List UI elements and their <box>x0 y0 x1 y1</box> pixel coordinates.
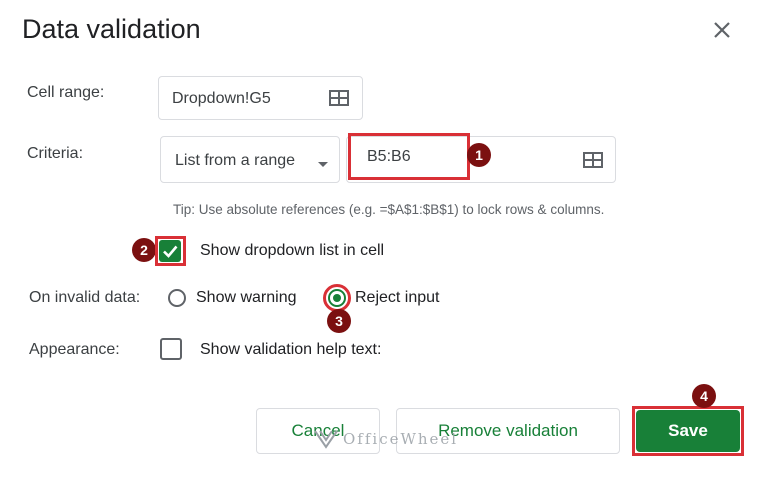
dropdown-arrow-icon <box>318 156 328 174</box>
cell-range-label: Cell range: <box>27 84 105 101</box>
criteria-type-value: List from a range <box>175 152 296 169</box>
show-dropdown-label: Show dropdown list in cell <box>200 242 385 259</box>
show-warning-radio[interactable] <box>168 289 186 307</box>
checkmark-icon <box>163 245 178 258</box>
cell-range-input[interactable]: Dropdown!G5 <box>158 76 363 120</box>
watermark-text: OfficeWheel <box>343 430 459 448</box>
step-badge-2: 2 <box>132 238 156 262</box>
dialog-title: Data validation <box>22 14 201 44</box>
reject-input-radio[interactable] <box>328 289 346 307</box>
criteria-label: Criteria: <box>27 145 84 162</box>
appearance-label: Appearance: <box>29 341 120 358</box>
reject-input-label: Reject input <box>355 289 440 306</box>
help-text-label: Show validation help text: <box>200 341 382 358</box>
criteria-range-value: B5:B6 <box>367 148 411 165</box>
watermark-logo-icon <box>313 427 339 454</box>
save-button[interactable]: Save <box>636 410 740 452</box>
highlight-range-box: B5:B6 <box>348 133 470 180</box>
cell-range-value: Dropdown!G5 <box>172 90 271 107</box>
show-dropdown-checkbox[interactable] <box>159 240 181 262</box>
help-text-checkbox[interactable] <box>160 338 182 360</box>
step-badge-1: 1 <box>467 143 491 167</box>
on-invalid-label: On invalid data: <box>29 289 141 306</box>
step-badge-4: 4 <box>692 384 716 408</box>
close-icon[interactable] <box>708 16 736 44</box>
tip-text: Tip: Use absolute references (e.g. =$A$1… <box>173 202 605 217</box>
grid-icon[interactable] <box>583 152 603 173</box>
grid-icon[interactable] <box>329 90 349 111</box>
show-warning-label: Show warning <box>196 289 297 306</box>
step-badge-3: 3 <box>327 309 351 333</box>
criteria-type-dropdown[interactable]: List from a range <box>160 136 340 183</box>
